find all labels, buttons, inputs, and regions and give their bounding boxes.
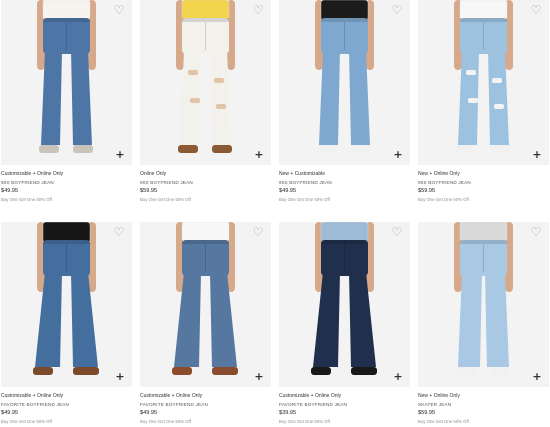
- product-card[interactable]: ♡ + Online Only 90S BOYFRIEND JEAN $59.95…: [140, 0, 271, 205]
- model-illustration: [37, 0, 96, 153]
- product-image[interactable]: ♡ +: [1, 0, 132, 165]
- plus-icon[interactable]: +: [254, 149, 264, 160]
- product-badge: New + Online Only: [418, 171, 460, 177]
- product-image[interactable]: ♡ +: [418, 0, 549, 165]
- heart-outline-icon[interactable]: ♡: [252, 226, 264, 238]
- product-card[interactable]: ♡ + Customizable + Online Only 90S BOYFRI…: [1, 0, 132, 205]
- product-name[interactable]: FAVORITE BOYFRIEND JEAN: [1, 400, 132, 408]
- model-illustration: [172, 222, 238, 375]
- product-card[interactable]: ♡ + Customizable + Online Only FAVORITE B…: [140, 222, 271, 427]
- heart-outline-icon[interactable]: ♡: [391, 226, 403, 238]
- heart-outline-icon[interactable]: ♡: [113, 226, 125, 238]
- promo-text: Buy One Get One 50% Off: [1, 419, 52, 424]
- product-image[interactable]: ♡ +: [418, 222, 549, 387]
- product-badge: Online Only: [140, 171, 167, 177]
- product-name[interactable]: 90S BOYFRIEND JEAN: [279, 178, 410, 186]
- product-price: $59.95: [418, 410, 436, 416]
- product-name[interactable]: SKATER JEAN: [418, 400, 549, 408]
- model-illustration: [454, 222, 513, 375]
- promo-text: Buy One Get One 50% Off: [279, 419, 330, 424]
- product-badge: New + Online Only: [418, 393, 460, 399]
- promo-text: Buy One Get One 50% Off: [140, 419, 191, 424]
- product-card[interactable]: ♡ + Customizable + Online Only FAVORITE B…: [279, 222, 410, 427]
- product-price: $49.95: [140, 410, 158, 416]
- promo-text: Buy One Get One 50% Off: [418, 197, 469, 202]
- product-badge: Customizable + Online Only: [1, 393, 64, 399]
- product-price: $59.95: [418, 188, 436, 194]
- product-card[interactable]: ♡ + Customizable + Online Only FAVORITE B…: [1, 222, 132, 427]
- product-price: $49.95: [279, 188, 297, 194]
- heart-outline-icon[interactable]: ♡: [530, 226, 542, 238]
- product-name[interactable]: 90S BOYFRIEND JEAN: [1, 178, 132, 186]
- product-badge: Customizable + Online Only: [140, 393, 203, 399]
- promo-text: Buy One Get One 50% Off: [1, 197, 52, 202]
- product-name[interactable]: FAVORITE BOYFRIEND JEAN: [140, 400, 271, 408]
- product-card[interactable]: ♡ + New + Customizable 90S BOYFRIEND JEAN…: [279, 0, 410, 205]
- product-badge: New + Customizable: [279, 171, 325, 177]
- product-card[interactable]: ♡ + New + Online Only SKATER JEAN $59.95 …: [418, 222, 549, 427]
- product-name[interactable]: 90S BOYFRIEND JEAN: [140, 178, 271, 186]
- product-image[interactable]: ♡ +: [140, 0, 271, 165]
- product-name[interactable]: FAVORITE BOYFRIEND JEAN: [279, 400, 410, 408]
- model-illustration: [33, 222, 99, 375]
- heart-outline-icon[interactable]: ♡: [530, 4, 542, 16]
- product-price: $49.95: [1, 188, 19, 194]
- promo-text: Buy One Get One 50% Off: [140, 197, 191, 202]
- model-illustration: [454, 0, 513, 153]
- plus-icon[interactable]: +: [115, 371, 125, 382]
- plus-icon[interactable]: +: [393, 371, 403, 382]
- product-card[interactable]: ♡ + New + Online Only 90S BOYFRIEND JEAN …: [418, 0, 549, 205]
- plus-icon[interactable]: +: [115, 149, 125, 160]
- heart-outline-icon[interactable]: ♡: [252, 4, 264, 16]
- product-name[interactable]: 90S BOYFRIEND JEAN: [418, 178, 549, 186]
- promo-text: Buy One Get One 50% Off: [279, 197, 330, 202]
- product-badge: Customizable + Online Only: [279, 393, 342, 399]
- heart-outline-icon[interactable]: ♡: [391, 4, 403, 16]
- product-price: $59.95: [140, 188, 158, 194]
- product-image[interactable]: ♡ +: [279, 222, 410, 387]
- model-illustration: [315, 0, 374, 153]
- plus-icon[interactable]: +: [393, 149, 403, 160]
- heart-outline-icon[interactable]: ♡: [113, 4, 125, 16]
- product-price: $39.95: [279, 410, 297, 416]
- product-image[interactable]: ♡ +: [140, 222, 271, 387]
- product-badge: Customizable + Online Only: [1, 171, 64, 177]
- plus-icon[interactable]: +: [532, 371, 542, 382]
- product-image[interactable]: ♡ +: [279, 0, 410, 165]
- product-grid: ♡ + Customizable + Online Only 90S BOYFRI…: [0, 0, 550, 427]
- product-image[interactable]: ♡ +: [1, 222, 132, 387]
- model-illustration: [311, 222, 377, 375]
- model-illustration: [176, 0, 235, 153]
- plus-icon[interactable]: +: [254, 371, 264, 382]
- plus-icon[interactable]: +: [532, 149, 542, 160]
- promo-text: Buy One Get One 50% Off: [418, 419, 469, 424]
- product-price: $49.95: [1, 410, 19, 416]
